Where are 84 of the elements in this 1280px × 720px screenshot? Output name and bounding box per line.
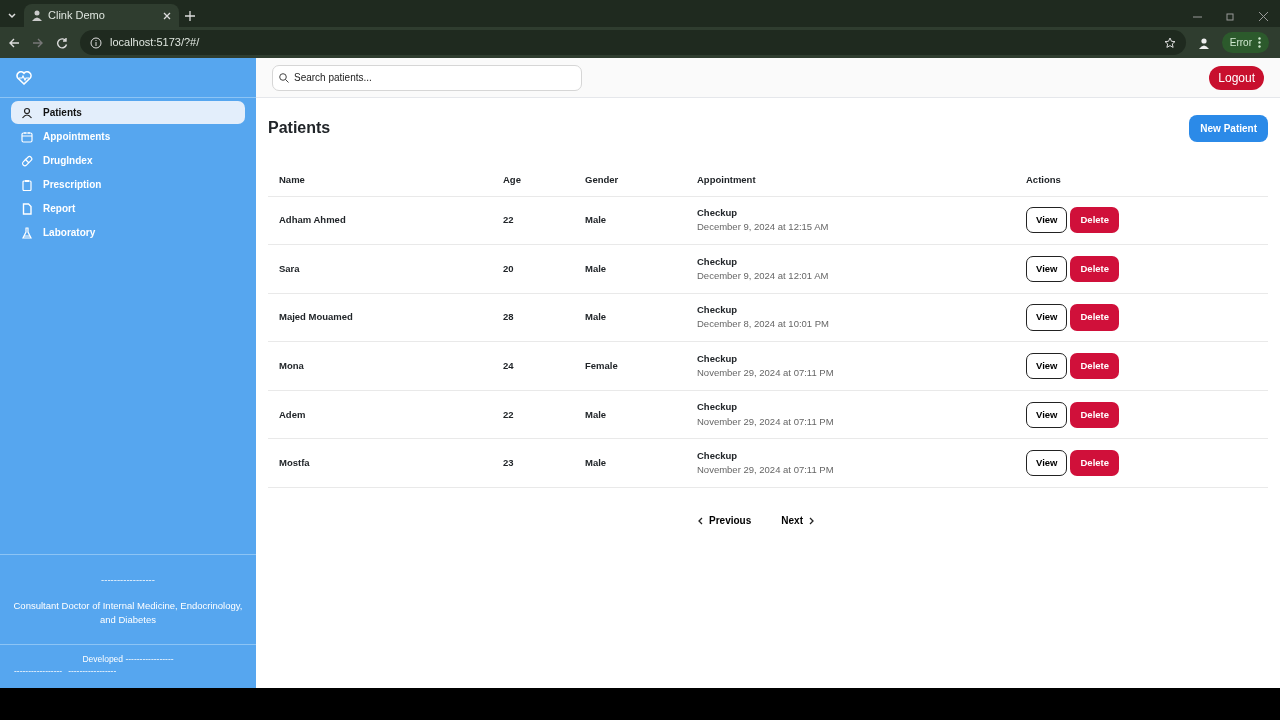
previous-button[interactable]: Previous: [691, 512, 758, 530]
table-cell: 22: [492, 196, 574, 245]
table-cell: Male: [574, 438, 686, 488]
table-cell: Male: [574, 196, 686, 245]
table-cell: Male: [574, 293, 686, 342]
close-icon[interactable]: [163, 11, 171, 20]
delete-button[interactable]: Delete: [1070, 352, 1119, 380]
chevron-right-icon: [808, 516, 815, 525]
appointment-type: Checkup: [697, 254, 739, 269]
pill-icon: [21, 154, 33, 167]
menu-icon[interactable]: [1258, 37, 1261, 48]
column-header: Appointment: [686, 164, 1015, 196]
delete-button[interactable]: Delete: [1070, 401, 1119, 428]
new-tab-icon[interactable]: [185, 11, 195, 21]
table-cell: Sara: [268, 244, 492, 294]
credit-text: -----------------: [68, 665, 117, 678]
appointment-date: November 29, 2024 at 07:11 PM: [697, 414, 835, 429]
appointment-type: Checkup: [697, 449, 739, 463]
table-cell: 24: [492, 341, 574, 391]
flask-icon: [21, 226, 33, 239]
info-icon: [90, 36, 102, 49]
appointment-date: November 29, 2024 at 07:11 PM: [697, 366, 835, 381]
table-cell: Male: [574, 244, 686, 294]
document-icon: [21, 202, 33, 215]
view-button[interactable]: View: [1026, 450, 1068, 477]
reload-icon[interactable]: [56, 36, 68, 49]
view-button[interactable]: View: [1026, 352, 1068, 380]
view-button[interactable]: View: [1026, 255, 1068, 282]
next-button[interactable]: Next: [775, 512, 821, 530]
appointment-date: December 9, 2024 at 12:15 AM: [697, 220, 830, 235]
profile-icon[interactable]: [1197, 36, 1210, 49]
clipboard-icon: [21, 178, 33, 191]
appointment-date: December 8, 2024 at 10:01 PM: [697, 317, 831, 332]
profile-status[interactable]: Error: [1221, 32, 1269, 53]
table-cell: 28: [492, 293, 574, 342]
credit-text: -----------------: [14, 665, 63, 678]
view-button[interactable]: View: [1026, 207, 1068, 234]
appointment-type: Checkup: [697, 400, 739, 415]
table-cell: Male: [574, 390, 686, 439]
appointment-type: Checkup: [697, 206, 739, 221]
new-patient-button[interactable]: New Patient: [1189, 114, 1268, 142]
table-cell: 22: [492, 390, 574, 439]
view-button[interactable]: View: [1026, 304, 1068, 331]
search-field[interactable]: Search patients...: [272, 64, 582, 91]
table-cell: Mostfa: [268, 438, 492, 488]
table-cell: Mona: [268, 341, 492, 391]
table-cell: Majed Mouamed: [268, 293, 492, 342]
page-title: Patients: [268, 118, 331, 138]
table-cell: Adham Ahmed: [268, 196, 492, 245]
chevron-left-icon: [697, 516, 704, 525]
column-header: Name: [268, 164, 492, 196]
sidebar-item[interactable]: Patients: [11, 101, 245, 124]
close-window-icon[interactable]: [1259, 12, 1268, 21]
star-icon[interactable]: [1163, 36, 1176, 49]
back-icon[interactable]: [8, 36, 20, 49]
developed-text: Developed -----------------: [81, 652, 175, 666]
table-cell: 23: [492, 438, 574, 488]
logout-button[interactable]: Logout: [1209, 65, 1264, 90]
appointment-type: Checkup: [697, 303, 739, 318]
column-header: Gender: [574, 164, 686, 196]
tab-title: Clink Demo: [48, 8, 106, 24]
table-cell: 20: [492, 244, 574, 294]
delete-button[interactable]: Delete: [1070, 207, 1119, 234]
table-cell: Female: [574, 341, 686, 391]
column-header: Age: [492, 164, 574, 196]
calendar-icon: [21, 130, 33, 143]
browser-tab[interactable]: Clink Demo: [24, 4, 179, 27]
divider-text: -----------------: [100, 572, 156, 587]
delete-button[interactable]: Delete: [1070, 304, 1119, 331]
forward-icon[interactable]: [32, 36, 44, 49]
appointment-type: Checkup: [697, 351, 739, 366]
table-cell: Adem: [268, 390, 492, 439]
view-button[interactable]: View: [1026, 401, 1068, 428]
address-bar[interactable]: localhost:5173/?#/: [80, 30, 1186, 55]
column-header: Actions: [1015, 164, 1268, 196]
delete-button[interactable]: Delete: [1070, 255, 1119, 282]
restore-icon[interactable]: [1226, 12, 1235, 21]
delete-button[interactable]: Delete: [1070, 450, 1119, 477]
appointment-date: December 9, 2024 at 12:01 AM: [697, 268, 830, 283]
person-icon: [32, 10, 42, 21]
person-icon: [21, 106, 33, 119]
appointment-date: November 29, 2024 at 07:11 PM: [697, 463, 835, 478]
doctor-title: Consultant Doctor of Internal Medicine, Endocrinology, and Diabetes: [12, 599, 244, 628]
heart-pulse-icon: [16, 70, 32, 85]
